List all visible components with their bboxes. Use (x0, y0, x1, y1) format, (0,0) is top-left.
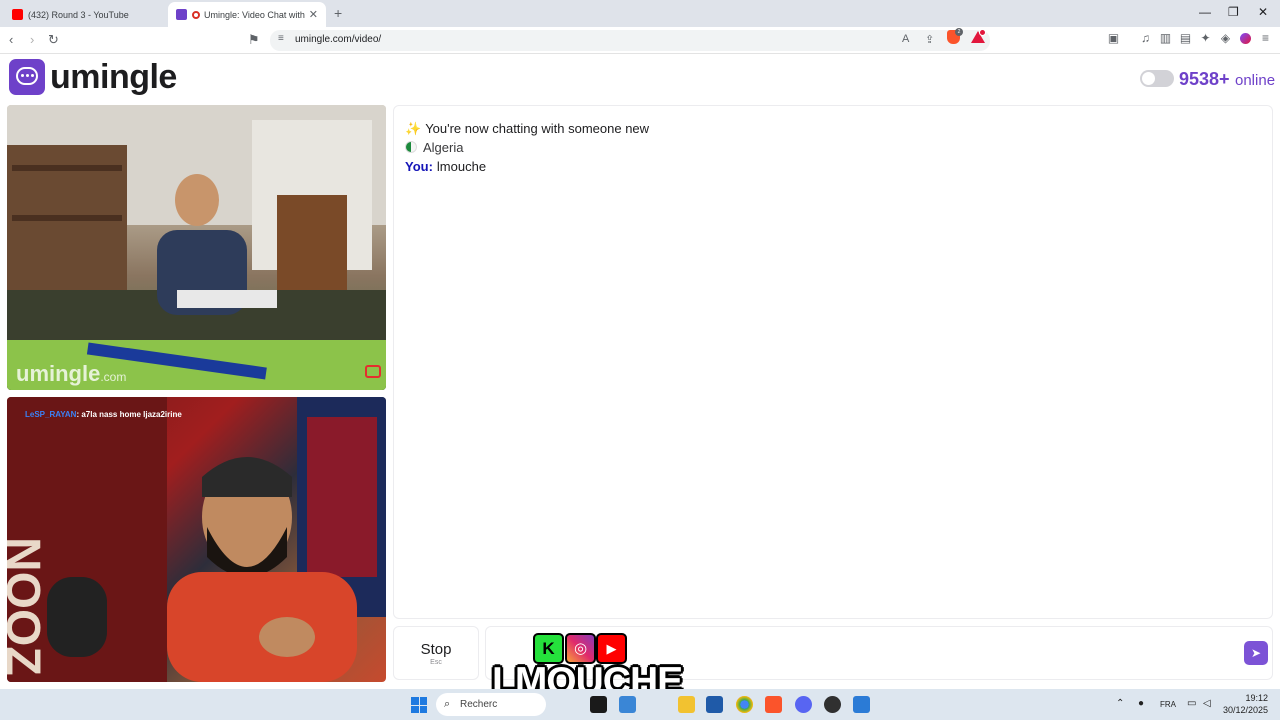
online-label: online (1235, 72, 1276, 89)
stranger-camera-feed (7, 105, 386, 390)
tab-title: Umingle: Video Chat with Str (204, 9, 305, 20)
browser-toolbar: ‹ › ↻ ⚑ ≡ umingle.com/video/ A ⇪ 2 ▣ ♫ ▥… (0, 27, 1280, 54)
sparkle-icon: ✨ (405, 121, 422, 136)
report-flag-icon[interactable] (365, 365, 381, 378)
widgets-app-icon[interactable] (619, 696, 636, 713)
self-camera-feed: NOOZ (7, 397, 386, 682)
vpn-icon[interactable]: ◈ (1219, 32, 1232, 45)
stranger-country: Algeria (405, 140, 463, 155)
browser-tab-strip: (432) Round 3 - YouTube Umingle: Video C… (0, 0, 1280, 27)
network-icon[interactable]: ▭ (1187, 698, 1196, 709)
microphone-icon[interactable]: ● (1138, 698, 1144, 709)
translate-icon[interactable]: A (902, 33, 909, 45)
algeria-flag-icon (405, 141, 417, 153)
online-count: 9538+ (1179, 69, 1230, 89)
site-info-icon[interactable]: ≡ (278, 33, 284, 44)
input-language[interactable]: FRA (1160, 700, 1176, 709)
system-clock[interactable]: 19:12 30/12/2025 (1222, 692, 1268, 716)
system-message: ✨ You're now chatting with someone new (405, 121, 650, 136)
file-explorer-icon[interactable] (678, 696, 695, 713)
send-icon[interactable]: ➤ (1244, 641, 1268, 665)
discord-app-icon[interactable] (795, 696, 812, 713)
tray-overflow-icon[interactable]: ⌃ (1116, 698, 1124, 709)
svg-text:NOOZ: NOOZ (7, 537, 49, 676)
tab-search-icon[interactable]: ▣ (1107, 32, 1120, 45)
brave-app-icon[interactable] (765, 696, 782, 713)
chrome-app-icon[interactable] (736, 696, 753, 713)
windows-taskbar: ⌕ Recherc ⌃ ● FRA ▭ ◁ 19:12 30/12/2025 (0, 689, 1280, 720)
chat-log: ✨ You're now chatting with someone new Al… (393, 105, 1273, 619)
self-video: NOOZ LeSP_RAYAN: a7la nass home ljaza2ir… (7, 397, 386, 682)
leo-ai-icon[interactable]: ✦ (1199, 32, 1212, 45)
tab-title: (432) Round 3 - YouTube (28, 9, 129, 20)
taskbar-search[interactable]: ⌕ Recherc (436, 693, 546, 716)
youtube-icon (12, 9, 23, 20)
stop-button[interactable]: Stop Esc (393, 626, 479, 680)
address-bar[interactable]: ≡ umingle.com/video/ A ⇪ (270, 30, 990, 51)
monitor-app-icon[interactable] (853, 696, 870, 713)
terminal-app-icon[interactable] (590, 696, 607, 713)
chat-message: You: lmouche (405, 159, 487, 174)
reload-icon[interactable]: ↻ (48, 32, 59, 48)
close-tab-icon[interactable]: ✕ (309, 8, 318, 21)
wallet-icon[interactable]: ▤ (1179, 32, 1192, 45)
media-icon[interactable]: ♫ (1139, 32, 1152, 45)
search-icon: ⌕ (444, 698, 451, 710)
recording-icon (192, 10, 200, 19)
close-window-icon[interactable]: ✕ (1258, 5, 1268, 19)
store-app-icon[interactable] (706, 696, 723, 713)
rewards-notification-dot (979, 29, 986, 36)
umingle-watermark: umingle.com (16, 361, 127, 386)
profile-icon[interactable] (1240, 33, 1251, 44)
share-icon[interactable]: ⇪ (925, 33, 934, 46)
forward-icon[interactable]: › (30, 32, 34, 48)
sidebar-icon[interactable]: ▥ (1159, 32, 1172, 45)
minimize-icon[interactable]: — (1199, 5, 1211, 19)
windows-start-icon[interactable] (411, 697, 427, 713)
tab-youtube[interactable]: (432) Round 3 - YouTube (4, 2, 168, 27)
shields-count-badge: 2 (955, 28, 963, 36)
bookmark-icon[interactable]: ⚑ (248, 32, 260, 48)
dark-mode-toggle[interactable] (1140, 70, 1174, 87)
obs-app-icon[interactable] (824, 696, 841, 713)
umingle-favicon-icon (176, 9, 187, 20)
tab-umingle[interactable]: Umingle: Video Chat with Str ✕ (168, 2, 326, 27)
menu-icon[interactable]: ≡ (1259, 32, 1272, 45)
restore-icon[interactable]: ❐ (1228, 5, 1239, 19)
url-text[interactable]: umingle.com/video/ (295, 34, 381, 45)
new-tab-icon[interactable]: + (334, 5, 342, 21)
site-logo-text[interactable]: umingle (50, 58, 177, 97)
stranger-video: umingle.com (7, 105, 386, 390)
chat-overlay-message: LeSP_RAYAN: a7la nass home ljaza2irine (25, 410, 182, 419)
back-icon[interactable]: ‹ (9, 32, 13, 48)
umingle-logo-icon[interactable] (9, 59, 45, 95)
volume-icon[interactable]: ◁ (1203, 698, 1211, 709)
